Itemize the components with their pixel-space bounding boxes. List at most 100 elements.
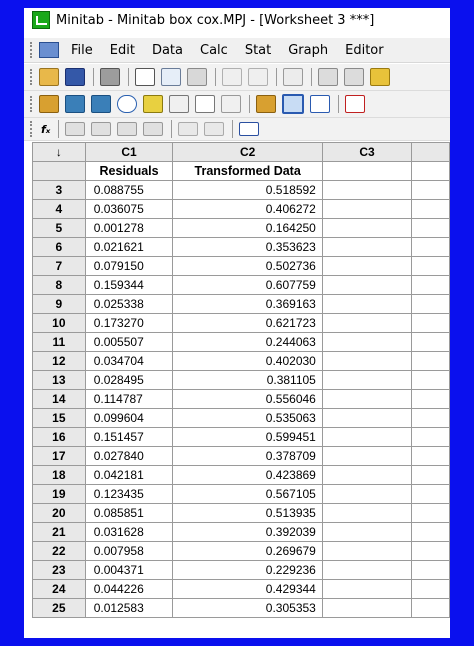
cell-c4[interactable] (411, 446, 450, 466)
menu-graph[interactable]: Graph (288, 43, 328, 58)
cell-c4[interactable] (411, 408, 450, 428)
cell-c3[interactable] (321, 294, 413, 314)
cell-residuals[interactable]: 0.079150 (84, 256, 174, 276)
menu-editor[interactable]: Editor (345, 43, 383, 58)
cell-residuals[interactable]: 0.173270 (84, 313, 174, 333)
formula-icon[interactable]: fₓ (41, 123, 50, 136)
help-icon[interactable] (370, 68, 390, 86)
toolbar-grip-icon[interactable] (30, 69, 35, 85)
toolbar-grip-icon[interactable] (30, 121, 35, 137)
cell-c4[interactable] (411, 484, 450, 504)
cell-transformed-data[interactable]: 0.164250 (172, 218, 323, 238)
cell-c3[interactable] (321, 256, 413, 276)
cell-residuals[interactable]: 0.123435 (84, 484, 174, 504)
row-number[interactable]: 18 (32, 465, 86, 485)
row-number[interactable]: 15 (32, 408, 86, 428)
menu-calc[interactable]: Calc (200, 43, 228, 58)
cell-residuals[interactable]: 0.005507 (84, 332, 174, 352)
cell-transformed-data[interactable]: 0.244063 (172, 332, 323, 352)
cell-residuals[interactable]: 0.012583 (84, 598, 174, 618)
cell-transformed-data[interactable]: 0.392039 (172, 522, 323, 542)
cell-transformed-data[interactable]: 0.502736 (172, 256, 323, 276)
insert-cells-icon[interactable] (65, 122, 86, 136)
cell-residuals[interactable]: 0.042181 (84, 465, 174, 485)
row-number[interactable]: 14 (32, 389, 86, 409)
arrow-up-icon[interactable] (318, 68, 338, 86)
eraser-icon[interactable] (239, 122, 260, 136)
close-all-graphs-icon[interactable] (345, 95, 365, 113)
worksheet-window-icon[interactable] (39, 42, 59, 58)
cell-residuals[interactable]: 0.099604 (84, 408, 174, 428)
session-window-icon[interactable] (39, 95, 59, 113)
row-number[interactable]: 21 (32, 522, 86, 542)
move-columns-icon[interactable] (143, 122, 164, 136)
column-header-c4[interactable] (411, 142, 450, 162)
cell-residuals[interactable]: 0.007958 (84, 541, 174, 561)
cell-c3[interactable] (321, 446, 413, 466)
row-number[interactable]: 23 (32, 560, 86, 580)
cell-c4[interactable] (411, 332, 450, 352)
print-icon[interactable] (100, 68, 120, 86)
report-pad-icon[interactable] (169, 95, 189, 113)
cell-transformed-data[interactable]: 0.402030 (172, 351, 323, 371)
arrow-down-icon[interactable] (344, 68, 364, 86)
cell-c3[interactable] (321, 389, 413, 409)
row-number[interactable]: 19 (32, 484, 86, 504)
row-number[interactable]: 3 (32, 180, 86, 200)
cell-transformed-data[interactable]: 0.305353 (172, 598, 323, 618)
cell-transformed-data[interactable]: 0.513935 (172, 503, 323, 523)
cell-transformed-data[interactable]: 0.607759 (172, 275, 323, 295)
column-header-c3[interactable]: C3 (321, 142, 413, 162)
cell-c3[interactable] (321, 503, 413, 523)
edit-last-dialog-icon[interactable] (283, 68, 303, 86)
cell-transformed-data[interactable]: 0.369163 (172, 294, 323, 314)
column-header-c1[interactable]: C1 (84, 142, 174, 162)
menu-edit[interactable]: Edit (110, 43, 135, 58)
cell-c3[interactable] (321, 313, 413, 333)
cell-residuals[interactable]: 0.021621 (84, 237, 174, 257)
cell-residuals[interactable]: 0.088755 (84, 180, 174, 200)
info-icon[interactable] (117, 95, 137, 113)
cell-residuals[interactable]: 0.025338 (84, 294, 174, 314)
copy-icon[interactable] (161, 68, 181, 86)
cell-c3[interactable] (321, 408, 413, 428)
cell-c4[interactable] (411, 180, 450, 200)
menu-file[interactable]: File (71, 43, 93, 58)
row-number[interactable]: 25 (32, 598, 86, 618)
cut-icon[interactable] (135, 68, 155, 86)
cell-c4[interactable] (411, 389, 450, 409)
cell-residuals[interactable]: 0.034704 (84, 351, 174, 371)
cell-transformed-data[interactable]: 0.556046 (172, 389, 323, 409)
save-icon[interactable] (65, 68, 85, 86)
cell-residuals[interactable]: 0.028495 (84, 370, 174, 390)
menu-stat[interactable]: Stat (245, 43, 271, 58)
cell-residuals[interactable]: 0.031628 (84, 522, 174, 542)
cell-c3[interactable] (321, 579, 413, 599)
cell-c4[interactable] (411, 294, 450, 314)
cell-c3[interactable] (321, 199, 413, 219)
cell-c3[interactable] (321, 351, 413, 371)
cell-c4[interactable] (411, 370, 450, 390)
row-number[interactable]: 22 (32, 541, 86, 561)
cell-transformed-data[interactable]: 0.599451 (172, 427, 323, 447)
set-id-variables-icon[interactable] (204, 122, 225, 136)
redo-icon[interactable] (248, 68, 268, 86)
cell-transformed-data[interactable]: 0.378709 (172, 446, 323, 466)
window-view-icon[interactable] (310, 95, 330, 113)
column-name-c2[interactable]: Transformed Data (172, 161, 323, 181)
cell-transformed-data[interactable]: 0.535063 (172, 408, 323, 428)
cell-c3[interactable] (321, 522, 413, 542)
row-number[interactable]: 5 (32, 218, 86, 238)
down-arrow-corner-icon[interactable]: ↓ (32, 142, 86, 162)
cell-c3[interactable] (321, 484, 413, 504)
column-header-c2[interactable]: C2 (172, 142, 323, 162)
cell-transformed-data[interactable]: 0.518592 (172, 180, 323, 200)
row-number[interactable]: 9 (32, 294, 86, 314)
cell-c4[interactable] (411, 503, 450, 523)
cell-residuals[interactable]: 0.044226 (84, 579, 174, 599)
menu-grip-icon[interactable] (30, 42, 35, 58)
cell-c3[interactable] (321, 465, 413, 485)
row-number[interactable]: 16 (32, 427, 86, 447)
cell-transformed-data[interactable]: 0.229236 (172, 560, 323, 580)
cell-c4[interactable] (411, 598, 450, 618)
